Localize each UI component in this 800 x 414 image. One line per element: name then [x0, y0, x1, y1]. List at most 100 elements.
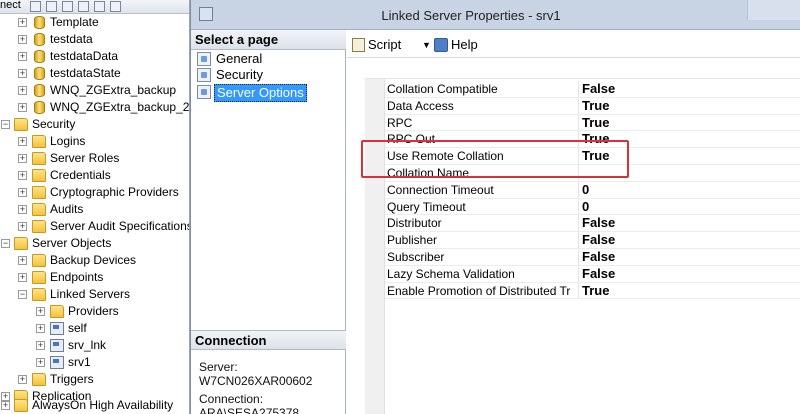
folder-icon — [50, 305, 64, 318]
property-value[interactable]: True — [582, 115, 609, 130]
expand-icon[interactable]: + — [18, 137, 27, 146]
database-icon — [34, 50, 45, 63]
folder-icon — [32, 220, 46, 233]
linked-server-icon — [50, 339, 64, 352]
property-row[interactable]: RPC True — [385, 114, 800, 132]
expand-icon[interactable]: + — [36, 358, 45, 367]
property-value[interactable]: False — [582, 249, 615, 264]
folder-icon — [32, 373, 46, 386]
property-name: Subscriber — [387, 250, 445, 264]
expand-icon[interactable]: + — [18, 35, 27, 44]
tree-item-label: Endpoints — [50, 270, 104, 284]
property-row[interactable]: Collation Compatible False — [385, 81, 800, 98]
property-divider — [578, 282, 579, 299]
folder-icon — [32, 152, 46, 165]
expand-icon[interactable]: + — [36, 324, 45, 333]
connection-server-label: Server: — [199, 360, 238, 374]
folder-icon — [32, 203, 46, 216]
folder-icon — [14, 237, 28, 250]
tree-item-label: Cryptographic Providers — [50, 185, 179, 199]
expand-icon[interactable]: + — [18, 273, 27, 282]
refresh-icon[interactable] — [94, 1, 105, 12]
collapse-node-icon[interactable]: − — [18, 290, 27, 299]
tree-item-label: AlwaysOn High Availability — [32, 398, 174, 412]
property-row[interactable]: Distributor False — [385, 215, 800, 233]
property-value[interactable]: 0 — [582, 182, 589, 197]
collapse-icon[interactable] — [110, 1, 121, 12]
property-row[interactable]: Subscriber False — [385, 249, 800, 266]
expand-icon[interactable]: + — [18, 171, 27, 180]
folder-icon — [32, 135, 46, 148]
page-label: Security — [216, 67, 263, 82]
expand-icon[interactable]: + — [18, 205, 27, 214]
expand-icon[interactable]: + — [18, 69, 27, 78]
dialog-titlebar[interactable]: Linked Server Properties - srv1 — [191, 0, 800, 30]
script-button[interactable]: Script ▼ — [352, 37, 432, 53]
tree-item-label: Server Roles — [50, 151, 120, 165]
property-name: RPC — [387, 115, 413, 130]
chevron-down-icon[interactable]: ▼ — [422, 37, 431, 53]
property-divider — [578, 249, 579, 265]
expand-icon[interactable]: + — [18, 103, 27, 112]
property-divider — [578, 165, 579, 181]
property-value[interactable]: True — [582, 131, 609, 146]
page-label: General — [216, 51, 263, 66]
connection-header: Connection — [191, 330, 346, 350]
expand-icon[interactable]: + — [18, 256, 27, 265]
linked-server-properties-dialog: Linked Server Properties - srv1 Select a… — [190, 0, 800, 414]
page-icon — [197, 85, 211, 99]
expand-icon[interactable]: + — [18, 86, 27, 95]
property-value[interactable]: False — [582, 266, 615, 281]
expand-icon[interactable]: + — [18, 154, 27, 163]
property-value[interactable]: True — [582, 98, 609, 113]
tree-item-label: Security — [32, 117, 76, 131]
property-row[interactable]: Collation Name — [385, 165, 800, 182]
property-row[interactable]: Data Access True — [385, 97, 800, 115]
property-value[interactable]: 0 — [582, 199, 589, 214]
folder-icon — [32, 288, 46, 301]
stop-icon[interactable] — [62, 1, 73, 12]
property-row[interactable]: Use Remote Collation True — [385, 148, 800, 165]
property-name: Use Remote Collation — [387, 149, 504, 164]
tree-item-label: self — [68, 321, 87, 335]
property-row[interactable]: Lazy Schema Validation False — [385, 265, 800, 283]
expand-icon[interactable]: + — [18, 375, 27, 384]
expand-icon[interactable]: + — [36, 341, 45, 350]
property-name: Collation Compatible — [387, 82, 498, 96]
help-button[interactable]: Help — [434, 37, 484, 53]
expand-icon[interactable]: + — [18, 222, 27, 231]
property-divider — [578, 81, 579, 97]
property-row[interactable]: RPC Out True — [385, 131, 800, 149]
property-row[interactable]: Connection Timeout 0 — [385, 181, 800, 199]
property-value[interactable]: True — [582, 283, 609, 298]
collapse-node-icon[interactable]: − — [1, 120, 10, 129]
property-divider — [578, 215, 579, 232]
window-controls[interactable] — [747, 0, 800, 20]
property-name: Connection Timeout — [387, 182, 494, 197]
property-divider — [578, 181, 579, 198]
property-value[interactable]: False — [582, 215, 615, 230]
expand-icon[interactable]: + — [18, 52, 27, 61]
linked-server-icon — [50, 322, 64, 335]
help-label: Help — [451, 37, 478, 52]
disconnect-icon[interactable] — [46, 1, 57, 12]
tree-item-label: Providers — [68, 304, 119, 318]
property-name: Distributor — [387, 216, 442, 231]
folder-icon — [32, 169, 46, 182]
property-row[interactable]: Publisher False — [385, 232, 800, 249]
help-icon — [434, 38, 448, 52]
filter-icon[interactable] — [78, 1, 89, 12]
expand-icon[interactable]: + — [18, 18, 27, 27]
property-value[interactable]: False — [582, 81, 615, 96]
expand-icon[interactable]: + — [18, 188, 27, 197]
property-value[interactable]: True — [582, 148, 609, 163]
connect-icon[interactable] — [30, 1, 41, 12]
property-row[interactable]: Query Timeout 0 — [385, 198, 800, 216]
connect-dropdown[interactable]: nect — [0, 0, 21, 11]
server-options-page: Script ▼ Help Collation Compatible False D… — [347, 30, 800, 414]
collapse-node-icon[interactable]: − — [1, 239, 10, 248]
property-value[interactable]: False — [582, 232, 615, 247]
expand-icon[interactable]: + — [36, 307, 45, 316]
expand-icon[interactable]: + — [1, 401, 10, 410]
property-row[interactable]: Enable Promotion of Distributed Tr True — [385, 282, 800, 300]
